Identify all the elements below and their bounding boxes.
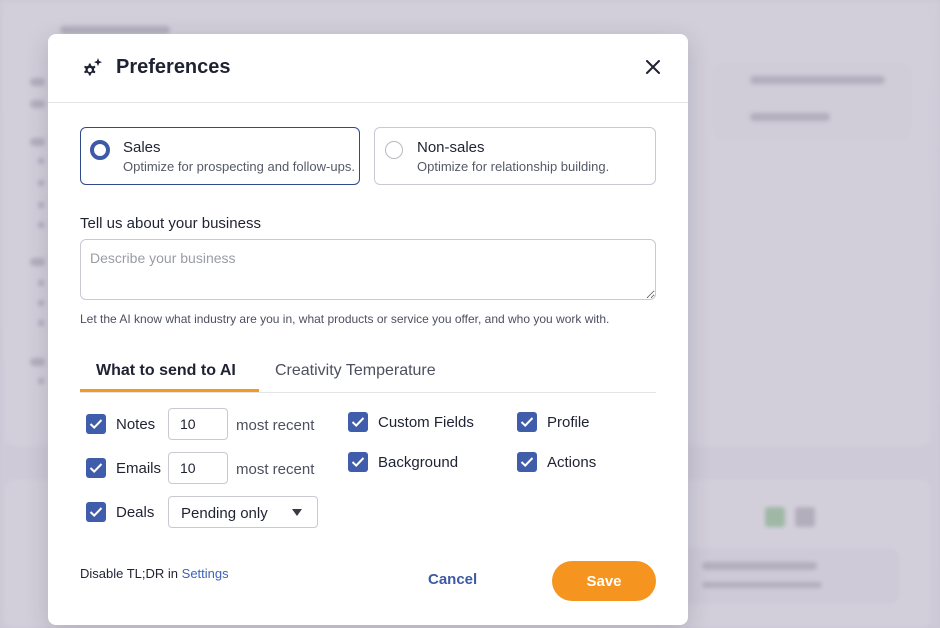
dialog-title: Preferences <box>116 56 231 78</box>
mode-title: Sales <box>123 139 161 156</box>
dialog-header: Preferences <box>48 34 688 103</box>
emails-count-input[interactable] <box>168 452 228 484</box>
custom-fields-label: Custom Fields <box>378 414 474 431</box>
emails-label: Emails <box>116 460 162 477</box>
gear-sparkle-icon <box>79 56 105 82</box>
close-button[interactable] <box>640 54 666 80</box>
check-icon <box>520 457 534 468</box>
caret-down-icon <box>292 509 302 516</box>
emails-checkbox[interactable] <box>86 458 106 478</box>
tab-bar: What to send to AI Creativity Temperatur… <box>80 356 656 393</box>
notes-count-input[interactable] <box>168 408 228 440</box>
notes-suffix: most recent <box>236 417 315 434</box>
deals-filter-select[interactable]: Pending only <box>168 496 318 528</box>
business-help-text: Let the AI know what industry are you in… <box>80 312 610 326</box>
custom-fields-checkbox[interactable] <box>348 412 368 432</box>
mode-option-sales[interactable]: Sales Optimize for prospecting and follo… <box>80 127 360 185</box>
profile-label: Profile <box>547 414 590 431</box>
active-tab-indicator <box>80 389 259 392</box>
preferences-dialog: Preferences Sales Optimize for prospecti… <box>48 34 688 625</box>
disable-tldr-label: Disable TL;DR in <box>80 566 179 581</box>
check-icon <box>89 463 103 474</box>
check-icon <box>89 507 103 518</box>
emails-suffix: most recent <box>236 461 315 478</box>
cancel-button[interactable]: Cancel <box>428 571 477 588</box>
profile-checkbox[interactable] <box>517 412 537 432</box>
tab-creativity-temperature[interactable]: Creativity Temperature <box>275 362 436 380</box>
mode-title: Non-sales <box>417 139 485 156</box>
save-button[interactable]: Save <box>552 561 656 601</box>
check-icon <box>89 419 103 430</box>
background-label: Background <box>378 454 459 471</box>
notes-checkbox[interactable] <box>86 414 106 434</box>
check-icon <box>520 417 534 428</box>
radio-sales[interactable] <box>90 140 110 160</box>
tab-what-to-send[interactable]: What to send to AI <box>96 362 236 380</box>
mode-description: Optimize for prospecting and follow-ups. <box>123 159 355 174</box>
check-icon <box>351 417 365 428</box>
mode-description: Optimize for relationship building. <box>417 159 610 174</box>
business-description-input[interactable] <box>80 239 656 300</box>
close-icon <box>646 60 660 74</box>
notes-label: Notes <box>116 416 156 433</box>
disable-tldr-text: Disable TL;DR in Settings <box>80 566 229 581</box>
check-icon <box>351 457 365 468</box>
actions-checkbox[interactable] <box>517 452 537 472</box>
background-checkbox[interactable] <box>348 452 368 472</box>
radio-non-sales[interactable] <box>385 141 403 159</box>
actions-label: Actions <box>547 454 597 471</box>
deals-filter-value: Pending only <box>181 505 268 522</box>
settings-link[interactable]: Settings <box>182 566 229 581</box>
mode-option-non-sales[interactable]: Non-sales Optimize for relationship buil… <box>374 127 656 185</box>
deals-checkbox[interactable] <box>86 502 106 522</box>
deals-label: Deals <box>116 504 155 521</box>
business-label: Tell us about your business <box>80 215 261 232</box>
